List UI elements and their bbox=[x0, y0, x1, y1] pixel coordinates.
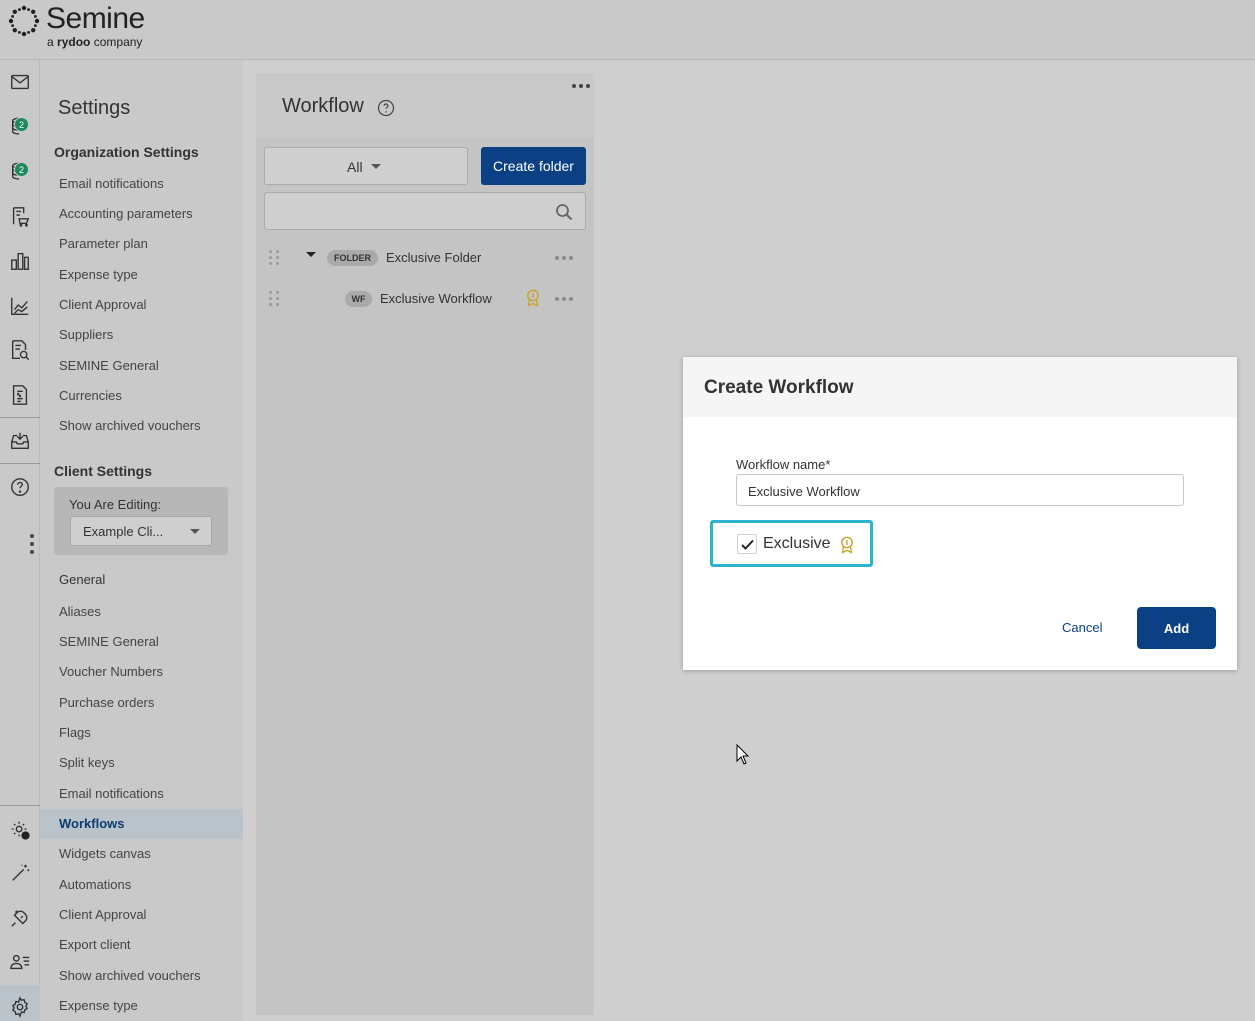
rail-divider-2 bbox=[0, 463, 40, 464]
settings-gear-icon[interactable] bbox=[8, 995, 32, 1019]
search-icon[interactable] bbox=[555, 203, 573, 221]
nav-widgets-canvas[interactable]: Widgets canvas bbox=[59, 846, 151, 861]
semine-logo-icon bbox=[8, 5, 40, 37]
drag-handle-icon[interactable] bbox=[269, 250, 280, 265]
nav-workflows[interactable]: Workflows bbox=[59, 816, 125, 831]
nav-voucher-numbers[interactable]: Voucher Numbers bbox=[59, 664, 163, 679]
notification-badge-2: 2 bbox=[14, 162, 29, 177]
tree-row-label: Exclusive Workflow bbox=[380, 291, 492, 306]
cancel-button[interactable]: Cancel bbox=[1062, 620, 1102, 635]
notification-badge: 2 bbox=[14, 117, 29, 132]
magic-wand-icon[interactable] bbox=[8, 861, 32, 885]
plug-icon[interactable] bbox=[8, 906, 32, 930]
nav-org-currencies[interactable]: Currencies bbox=[59, 388, 122, 403]
inbox-download-icon[interactable] bbox=[8, 429, 32, 453]
exclusive-award-icon bbox=[527, 289, 539, 307]
nav-purchase-orders[interactable]: Purchase orders bbox=[59, 695, 154, 710]
user-list-icon[interactable] bbox=[8, 950, 32, 974]
add-button[interactable]: Add bbox=[1137, 607, 1216, 649]
collapse-caret-icon[interactable] bbox=[306, 252, 316, 257]
invoice-icon[interactable] bbox=[8, 383, 32, 407]
exclusive-option[interactable]: Exclusive bbox=[710, 520, 873, 567]
checkmark-icon bbox=[741, 539, 754, 550]
row-more-icon[interactable] bbox=[555, 297, 573, 301]
nav-export-client[interactable]: Export client bbox=[59, 937, 131, 952]
document-search-icon[interactable] bbox=[8, 338, 32, 362]
brand-subtitle-suffix: company bbox=[93, 35, 143, 49]
nav-split-keys[interactable]: Split keys bbox=[59, 755, 115, 770]
filter-select-value: All bbox=[347, 159, 363, 175]
nav-expense-type[interactable]: Expense type bbox=[59, 998, 138, 1013]
gear-user-icon[interactable] bbox=[8, 818, 32, 842]
rail-divider bbox=[0, 417, 40, 418]
bar-chart-icon[interactable] bbox=[8, 249, 32, 273]
rail-divider-3 bbox=[0, 805, 40, 806]
folder-pill: FOLDER bbox=[327, 250, 378, 266]
client-settings-heading: Client Settings bbox=[54, 463, 153, 479]
row-more-icon[interactable] bbox=[555, 256, 573, 260]
nav-org-accounting-parameters[interactable]: Accounting parameters bbox=[59, 206, 193, 221]
workflow-pill: WF bbox=[345, 291, 372, 307]
settings-sidebar: Settings Organization Settings Email not… bbox=[40, 60, 243, 1021]
workflow-filter-select[interactable]: All bbox=[264, 147, 468, 185]
tree-row-folder[interactable]: FOLDER Exclusive Folder bbox=[256, 239, 594, 275]
nav-org-show-archived-vouchers[interactable]: Show archived vouchers bbox=[59, 418, 201, 433]
exclusive-award-icon bbox=[841, 536, 853, 554]
nav-org-parameter-plan[interactable]: Parameter plan bbox=[59, 236, 148, 251]
top-bar: Semine a rydoo company bbox=[0, 0, 1255, 60]
nav-email-notifications[interactable]: Email notifications bbox=[59, 786, 164, 801]
chevron-down-icon bbox=[190, 529, 200, 534]
area-chart-icon[interactable] bbox=[8, 294, 32, 318]
client-select-value: Example Cli... bbox=[83, 524, 164, 539]
nav-aliases[interactable]: Aliases bbox=[59, 604, 101, 619]
tree-row-workflow[interactable]: WF Exclusive Workflow bbox=[256, 280, 594, 316]
exclusive-label: Exclusive bbox=[763, 535, 831, 552]
brand-subtitle-prefix: a bbox=[47, 35, 54, 49]
nav-org-suppliers[interactable]: Suppliers bbox=[59, 327, 113, 342]
create-workflow-dialog: Create Workflow Workflow name* Exclusive… bbox=[683, 357, 1237, 670]
caret-down-icon bbox=[371, 164, 381, 169]
nav-automations[interactable]: Automations bbox=[59, 877, 131, 892]
help-icon[interactable] bbox=[377, 99, 395, 117]
general-heading: General bbox=[59, 572, 106, 587]
settings-title: Settings bbox=[58, 97, 131, 119]
workflow-title: Workflow bbox=[282, 95, 364, 117]
exclusive-checkbox[interactable] bbox=[737, 534, 757, 554]
dialog-title: Create Workflow bbox=[704, 377, 854, 398]
receipt-cart-icon[interactable] bbox=[8, 204, 32, 228]
drag-handle-icon[interactable] bbox=[269, 291, 280, 306]
panel-more-icon[interactable] bbox=[572, 84, 590, 88]
brand-subtitle: a rydoo company bbox=[47, 35, 145, 49]
create-folder-button[interactable]: Create folder bbox=[481, 147, 586, 185]
brand-subtitle-brand: rydoo bbox=[57, 35, 91, 49]
workflow-name-label: Workflow name* bbox=[736, 457, 831, 472]
semine-logo[interactable]: Semine a rydoo company bbox=[8, 4, 145, 49]
nav-org-semine-general[interactable]: SEMINE General bbox=[59, 358, 159, 373]
mail-icon[interactable] bbox=[8, 70, 32, 94]
nav-flags[interactable]: Flags bbox=[59, 725, 91, 740]
nav-client-approval[interactable]: Client Approval bbox=[59, 907, 146, 922]
workflow-panel: Workflow All Create folder FOLDER Exclus… bbox=[256, 73, 594, 1015]
editing-client-box: You Are Editing: Example Cli... bbox=[54, 487, 228, 555]
nav-org-expense-type[interactable]: Expense type bbox=[59, 267, 138, 282]
nav-org-client-approval[interactable]: Client Approval bbox=[59, 297, 146, 312]
nav-semine-general[interactable]: SEMINE General bbox=[59, 634, 159, 649]
client-select[interactable]: Example Cli... bbox=[70, 516, 212, 546]
nav-org-email-notifications[interactable]: Email notifications bbox=[59, 176, 164, 191]
tree-row-label: Exclusive Folder bbox=[386, 250, 482, 265]
dialog-header: Create Workflow bbox=[683, 357, 1237, 417]
help-circle-icon[interactable] bbox=[8, 475, 32, 499]
editing-label: You Are Editing: bbox=[69, 497, 162, 512]
mouse-cursor-icon bbox=[736, 744, 750, 765]
nav-show-archived-vouchers[interactable]: Show archived vouchers bbox=[59, 968, 201, 983]
icon-rail: 2 2 bbox=[0, 60, 40, 1021]
workflow-header: Workflow bbox=[256, 73, 594, 137]
org-settings-heading: Organization Settings bbox=[54, 144, 199, 160]
workflow-search-input[interactable] bbox=[264, 192, 586, 230]
brand-name: Semine bbox=[46, 2, 145, 35]
workflow-name-input[interactable]: Exclusive Workflow bbox=[736, 474, 1184, 506]
more-vertical-icon[interactable] bbox=[30, 534, 34, 554]
